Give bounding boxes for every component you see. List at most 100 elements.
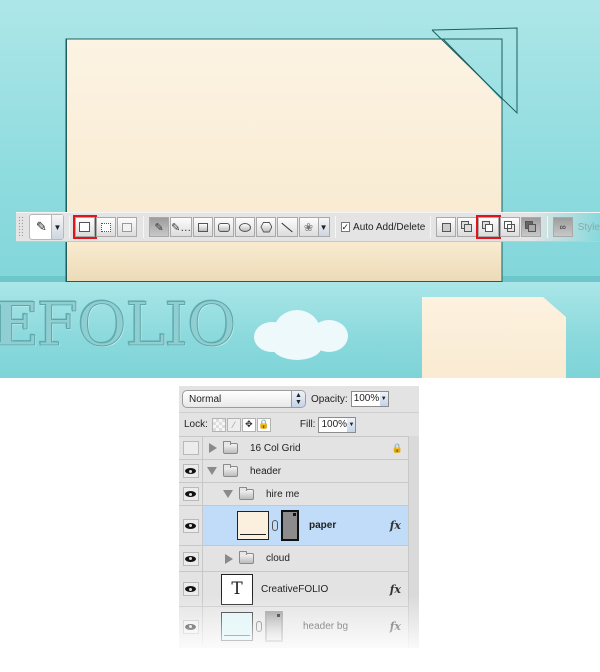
rectangle-tool-button[interactable] [193, 217, 214, 237]
polygon-icon [260, 221, 273, 233]
opacity-label: Opacity: [311, 393, 348, 405]
layer-name: cloud [266, 553, 290, 564]
layer-thumbnail [237, 511, 269, 540]
layer-name: hire me [266, 488, 300, 500]
expand-arrow-icon[interactable] [209, 443, 217, 453]
lock-transparency-button[interactable] [211, 417, 226, 432]
exclude-overlap-icon [524, 221, 537, 233]
expand-arrow-icon[interactable] [225, 553, 233, 564]
layers-panel-top-row: Normal ▲ ▼ Opacity: 100% ▼ [179, 386, 419, 412]
visibility-toggle[interactable] [179, 607, 203, 646]
collapse-arrow-icon[interactable] [223, 490, 233, 498]
logo-text-rest: FOLIO [36, 290, 237, 361]
opacity-field[interactable]: 100% [350, 391, 381, 407]
lock-image-button[interactable]: ⁄ [226, 417, 241, 432]
new-area-button[interactable] [436, 217, 457, 237]
chevron-down-icon: ▼ [348, 421, 355, 428]
fx-icon[interactable]: fx [390, 620, 401, 633]
layer-row-header-bg[interactable]: header bg fx ▼ [179, 606, 419, 646]
visibility-toggle[interactable] [179, 506, 203, 545]
layer-thumbnail [221, 612, 253, 641]
link-style-button[interactable]: ∞ [552, 217, 573, 237]
eye-icon [182, 487, 199, 501]
ellipse-tool-button[interactable] [235, 217, 256, 237]
layer-row-creativefolio[interactable]: T CreativeFOLIO fx ▼ [179, 571, 419, 606]
exclude-overlap-button[interactable] [520, 217, 541, 237]
fill-pixels-mode-button[interactable] [117, 217, 138, 237]
fx-icon[interactable]: fx [390, 583, 401, 596]
intersect-area-icon [503, 221, 516, 233]
logo-text-bold: E [0, 290, 38, 361]
layer-row-16-col-grid[interactable]: 16 Col Grid 🔒 [179, 436, 419, 459]
tool-preset-picker[interactable]: ✎ ▼ [29, 214, 64, 240]
visibility-toggle[interactable] [179, 460, 203, 482]
document-canvas-bottom[interactable]: EFOLIO [0, 282, 600, 378]
rounded-rectangle-tool-button[interactable] [214, 217, 235, 237]
layer-row-cloud[interactable]: cloud [179, 545, 419, 571]
pen-tool-icon: ✎ [35, 219, 47, 234]
line-tool-button[interactable] [277, 217, 298, 237]
new-area-icon [441, 222, 451, 232]
paths-icon [101, 222, 112, 232]
divider [430, 216, 432, 238]
shape-layers-mode-button[interactable] [72, 215, 98, 239]
eye-icon [182, 518, 199, 533]
custom-shape-dropdown[interactable]: ▼ [318, 217, 330, 237]
add-to-area-icon [461, 221, 473, 233]
visibility-toggle[interactable] [179, 437, 203, 459]
custom-shape-tool-button[interactable]: ❀ [298, 217, 319, 237]
fill-dropdown[interactable]: ▼ [347, 416, 357, 433]
rounded-rectangle-icon [218, 222, 231, 232]
brush-icon: ⁄ [233, 419, 235, 430]
layer-list: 16 Col Grid 🔒 header hire me paper fx cl… [179, 436, 419, 646]
blend-mode-select[interactable]: Normal ▲ ▼ [182, 390, 306, 408]
folder-icon [239, 551, 254, 564]
subtract-from-area-button[interactable] [476, 215, 501, 239]
lock-all-button[interactable]: 🔒 [256, 417, 271, 432]
fill-field[interactable]: 100% [318, 416, 349, 433]
layers-panel-lock-row: Lock: ⁄ ✥ 🔒 Fill: 100% ▼ [179, 412, 419, 436]
layer-name: 16 Col Grid [250, 442, 301, 454]
paths-mode-button[interactable] [96, 217, 117, 237]
fill-label: Fill: [299, 419, 316, 430]
vector-mask-thumbnail[interactable] [281, 510, 299, 541]
divider [334, 216, 336, 238]
layer-row-hire-me[interactable]: hire me [179, 482, 419, 505]
visibility-toggle[interactable] [179, 572, 203, 606]
layers-scrollbar[interactable] [408, 436, 419, 648]
ellipse-icon [239, 222, 252, 232]
layer-name: CreativeFOLIO [261, 583, 329, 595]
collapse-arrow-icon[interactable] [207, 467, 217, 475]
auto-add-delete-checkbox[interactable]: ✓ [340, 222, 351, 232]
logo-text: EFOLIO [0, 290, 237, 361]
link-icon[interactable] [256, 621, 262, 632]
vector-mask-thumbnail[interactable] [265, 611, 283, 642]
layer-name: header [250, 465, 282, 477]
intersect-area-button[interactable] [499, 217, 520, 237]
eye-icon [182, 582, 199, 596]
options-bar-grip[interactable] [18, 216, 24, 238]
opacity-dropdown[interactable]: ▼ [379, 391, 389, 407]
divider [546, 216, 548, 238]
link-icon[interactable] [272, 520, 278, 531]
add-to-area-button[interactable] [457, 217, 478, 237]
visibility-toggle[interactable] [179, 546, 203, 571]
paper-shape[interactable] [66, 39, 502, 282]
freeform-pen-tool-button[interactable]: ✎… [170, 217, 193, 237]
checkmark-icon: ✓ [341, 222, 350, 232]
folder-icon [239, 486, 254, 500]
lock-label: Lock: [184, 419, 208, 430]
polygon-tool-button[interactable] [256, 217, 277, 237]
layer-row-header[interactable]: header [179, 459, 419, 482]
padlock-icon: 🔒 [258, 419, 270, 429]
blend-mode-value: Normal [189, 393, 222, 405]
fx-icon[interactable]: fx [390, 519, 401, 532]
layer-name: paper [309, 520, 337, 531]
move-icon: ✥ [245, 419, 253, 429]
stepper-arrows-icon: ▲ ▼ [291, 391, 305, 407]
chevron-down-icon: ▼ [319, 222, 328, 232]
layer-row-paper[interactable]: paper fx ▼ [179, 505, 419, 545]
lock-position-button[interactable]: ✥ [241, 417, 256, 432]
pen-tool-button[interactable]: ✎ [149, 217, 170, 237]
visibility-toggle[interactable] [179, 483, 203, 505]
